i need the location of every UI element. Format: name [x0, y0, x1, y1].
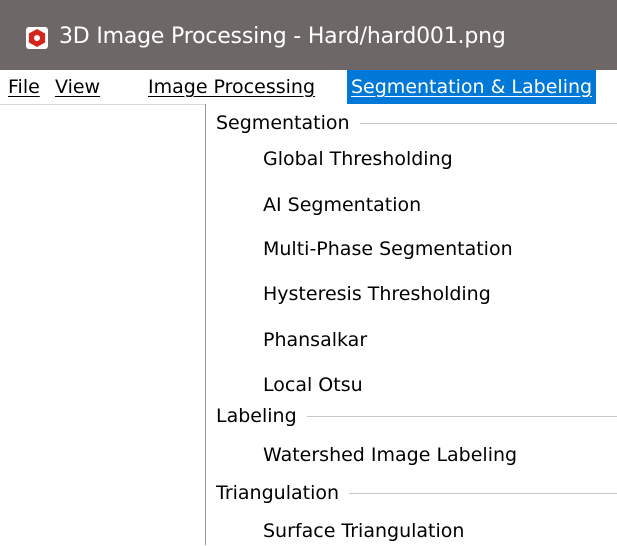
section-divider	[306, 415, 617, 417]
menu-item-surface-triangulation[interactable]: Surface Triangulation	[263, 516, 464, 546]
menu-item-watershed-image-labeling[interactable]: Watershed Image Labeling	[263, 440, 517, 470]
menu-segmentation-labeling[interactable]: Segmentation & Labeling	[347, 70, 597, 104]
app-logo-icon	[26, 27, 48, 49]
menu-file[interactable]: File	[8, 70, 40, 104]
section-triangulation: Triangulation	[216, 480, 617, 506]
menu-view[interactable]: View	[55, 70, 100, 104]
menu-item-multi-phase-segmentation[interactable]: Multi-Phase Segmentation	[263, 234, 513, 264]
window-title: 3D Image Processing - Hard/hard001.png	[59, 24, 506, 49]
section-header: Triangulation	[216, 482, 340, 504]
menu-item-global-thresholding[interactable]: Global Thresholding	[263, 144, 453, 174]
menu-item-ai-segmentation[interactable]: AI Segmentation	[263, 190, 421, 220]
menu-image-processing[interactable]: Image Processing	[148, 70, 315, 104]
menu-item-local-otsu[interactable]: Local Otsu	[263, 370, 363, 400]
section-divider	[359, 122, 617, 124]
title-bar: 3D Image Processing - Hard/hard001.png	[0, 0, 617, 70]
segmentation-dropdown-menu: Segmentation Global Thresholding AI Segm…	[205, 104, 617, 545]
section-header: Labeling	[216, 405, 297, 427]
section-divider	[349, 492, 617, 494]
section-segmentation: Segmentation	[216, 110, 617, 136]
section-labeling: Labeling	[216, 403, 617, 429]
section-header: Segmentation	[216, 112, 350, 134]
menu-item-phansalkar[interactable]: Phansalkar	[263, 325, 367, 355]
menu-item-hysteresis-thresholding[interactable]: Hysteresis Thresholding	[263, 279, 491, 309]
menu-bar: File View Image Processing Segmentation …	[0, 70, 617, 105]
